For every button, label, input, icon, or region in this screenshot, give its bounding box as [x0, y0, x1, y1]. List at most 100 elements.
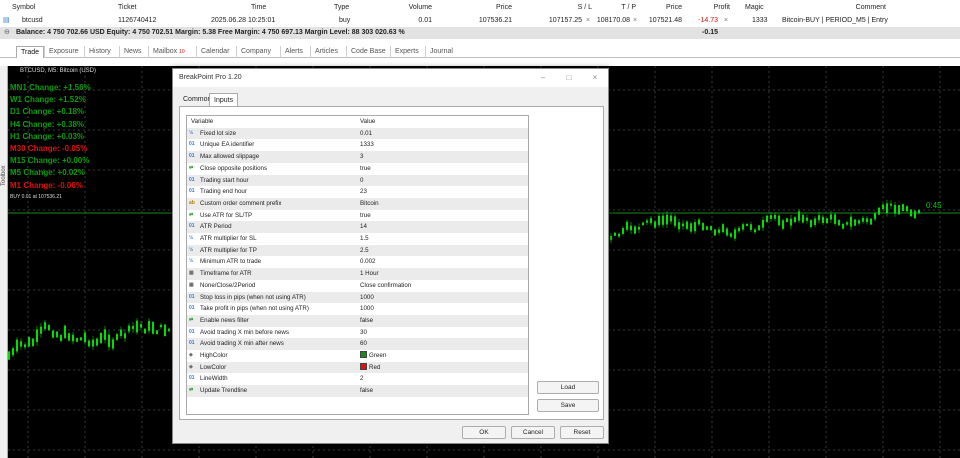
collapse-icon[interactable]: ⊖: [4, 27, 10, 39]
col-header-sl[interactable]: S / L: [540, 2, 592, 14]
param-value[interactable]: Red: [360, 362, 380, 374]
param-value[interactable]: 1000: [360, 303, 374, 315]
candle-body: [918, 210, 920, 214]
candle-body: [104, 329, 106, 340]
param-value[interactable]: 2: [360, 373, 363, 385]
param-row[interactable]: ⇄ Enable news filter false: [187, 314, 528, 327]
param-name: Avoid trading X min before news: [200, 328, 289, 336]
param-value[interactable]: 2.5: [360, 245, 369, 257]
param-value[interactable]: Green: [360, 350, 386, 362]
dialog-titlebar[interactable]: BreakPoint Pro 1.20 – □ ×: [173, 69, 608, 87]
tab-code-base[interactable]: Code Base: [346, 46, 390, 58]
tab-alerts[interactable]: Alerts: [280, 46, 307, 58]
trade-sl[interactable]: 107157.25: [530, 15, 582, 27]
param-value[interactable]: false: [360, 385, 373, 397]
col-header-volume[interactable]: Volume: [380, 2, 432, 14]
trade-row[interactable]: ▤ btcusd 1126740412 2025.06.28 10:25:01 …: [0, 15, 960, 27]
param-value[interactable]: 0.002: [360, 256, 375, 268]
param-value[interactable]: 1 Hour: [360, 268, 379, 280]
param-row[interactable]: 01 Avoid trading X min before news 30: [187, 327, 528, 339]
param-value[interactable]: 23: [360, 186, 367, 198]
param-value[interactable]: 30: [360, 327, 367, 339]
col-header-type[interactable]: Type: [334, 2, 349, 14]
param-row[interactable]: ab Custom order comment prefix Bitcoin: [187, 197, 528, 210]
col-header-magic[interactable]: Magic: [745, 2, 764, 14]
candle-body: [634, 226, 636, 234]
load-button[interactable]: Load: [537, 381, 599, 394]
param-value[interactable]: 0.01: [360, 128, 372, 140]
param-value[interactable]: 3: [360, 151, 363, 163]
tab-company[interactable]: Company: [236, 46, 275, 58]
minimize-icon[interactable]: –: [537, 72, 549, 84]
col-header-current-price[interactable]: Price: [630, 2, 682, 14]
close-position-icon[interactable]: ×: [724, 15, 728, 27]
param-row[interactable]: ◈ LowColor Red: [187, 361, 528, 374]
param-row[interactable]: 01 ATR Period 14: [187, 221, 528, 233]
tab-exposure[interactable]: Exposure: [44, 46, 83, 58]
tab-trade[interactable]: Trade: [16, 46, 45, 58]
color-swatch: [360, 362, 367, 370]
ok-button[interactable]: OK: [462, 426, 506, 439]
tab-history[interactable]: History: [84, 46, 115, 58]
param-value[interactable]: 1000: [360, 292, 374, 304]
maximize-icon[interactable]: □: [563, 72, 575, 84]
tab-experts[interactable]: Experts: [390, 46, 423, 58]
param-row[interactable]: 01 Unique EA identifier 1333: [187, 139, 528, 151]
param-row[interactable]: 01 Take profit in pips (when not using AT…: [187, 303, 528, 315]
param-value[interactable]: 1333: [360, 139, 374, 151]
candle-body: [742, 224, 744, 230]
param-value[interactable]: true: [360, 163, 371, 175]
candle-body: [702, 222, 704, 231]
param-value-text: Green: [369, 352, 387, 359]
param-row[interactable]: 01 Max allowed slippage 3: [187, 151, 528, 163]
param-row[interactable]: 01 Trading start hour 0: [187, 174, 528, 187]
col-header-time[interactable]: Time: [251, 2, 266, 14]
save-button[interactable]: Save: [537, 399, 599, 412]
toolbox-strip[interactable]: Toolbox: [0, 66, 8, 458]
param-row[interactable]: 01 LineWidth 2: [187, 373, 528, 385]
param-row[interactable]: ½ Fixed lot size 0.01: [187, 127, 528, 140]
param-value[interactable]: true: [360, 210, 371, 222]
param-row[interactable]: ◈ HighColor Green: [187, 350, 528, 362]
param-value[interactable]: 1.5: [360, 233, 369, 245]
param-name: ATR multiplier for SL: [200, 235, 257, 242]
change-indicator: M1 Change: -0.06%: [10, 180, 83, 190]
tab-journal[interactable]: Journal: [425, 46, 457, 58]
param-row[interactable]: 01 Trading end hour 23: [187, 186, 528, 198]
tab-calendar[interactable]: Calendar: [196, 46, 233, 58]
param-row[interactable]: ⇄ Use ATR for SL/TP true: [187, 210, 528, 222]
trade-tp[interactable]: 108170.08: [588, 15, 630, 27]
col-header-price[interactable]: Price: [460, 2, 512, 14]
col-header-comment[interactable]: Comment: [800, 2, 886, 14]
param-row[interactable]: 01 Avoid trading X min after news 60: [187, 338, 528, 350]
param-value[interactable]: 60: [360, 338, 367, 350]
param-row[interactable]: ▦ None/Close/2Period Close confirmation: [187, 280, 528, 292]
col-header-symbol[interactable]: Symbol: [12, 2, 35, 14]
candle-body: [48, 325, 50, 331]
candle-body: [758, 225, 760, 231]
trade-table-header: Symbol Ticket Time Type Volume Price S /…: [0, 2, 960, 14]
param-row[interactable]: ⇄ Close opposite positions true: [187, 163, 528, 175]
candle-body: [622, 228, 624, 234]
param-row[interactable]: ⇄ Update Trendline false: [187, 385, 528, 397]
param-row[interactable]: ½ ATR multiplier for TP 2.5: [187, 244, 528, 257]
candle-body: [662, 215, 664, 225]
tab-news[interactable]: News: [119, 46, 146, 58]
param-row[interactable]: 01 Stop loss in pips (when not using ATR)…: [187, 291, 528, 304]
param-value[interactable]: 0: [360, 175, 363, 187]
param-value[interactable]: false: [360, 315, 373, 327]
param-value[interactable]: Close confirmation: [360, 280, 411, 292]
reset-button[interactable]: Reset: [560, 426, 604, 439]
cancel-button[interactable]: Cancel: [511, 426, 555, 439]
tab-articles[interactable]: Articles: [310, 46, 342, 58]
close-icon[interactable]: ×: [589, 72, 601, 84]
param-row[interactable]: ½ Minimum ATR to trade 0.002: [187, 256, 528, 268]
param-row[interactable]: ½ ATR multiplier for SL 1.5: [187, 233, 528, 245]
param-row[interactable]: ▦ Timeframe for ATR 1 Hour: [187, 268, 528, 280]
tab-mailbox[interactable]: Mailbox 10: [148, 46, 189, 58]
col-header-profit[interactable]: Profit: [680, 2, 730, 14]
param-value[interactable]: Bitcoin: [360, 198, 379, 210]
param-value[interactable]: 14: [360, 221, 367, 233]
col-header-ticket[interactable]: Ticket: [118, 2, 136, 14]
tab-inputs[interactable]: Inputs: [209, 93, 239, 107]
